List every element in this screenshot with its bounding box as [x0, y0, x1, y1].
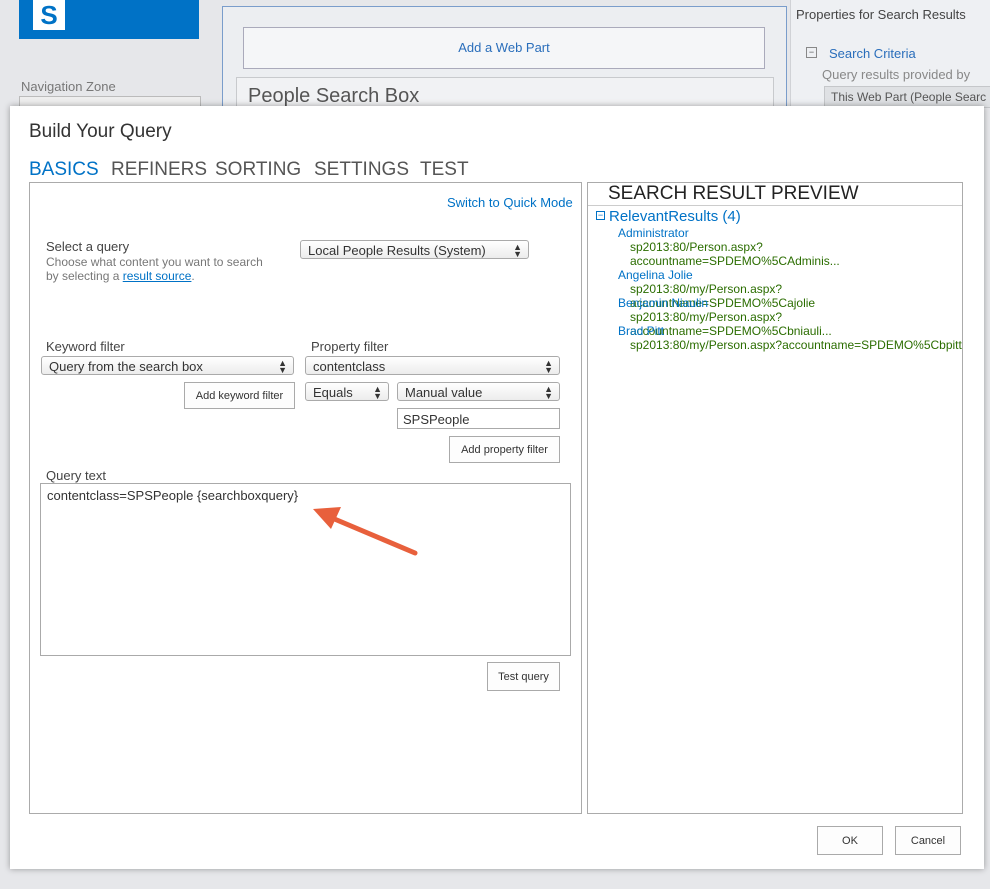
property-filter-dropdown[interactable]: contentclass ▲ ▼ [305, 356, 560, 375]
hint-prefix: by selecting a [46, 269, 123, 283]
select-query-label: Select a query [46, 239, 130, 254]
test-query-button[interactable]: Test query [487, 662, 560, 691]
people-search-box-title: People Search Box [248, 85, 420, 107]
collapse-icon[interactable]: − [806, 47, 817, 58]
chevron-down-icon: ▼ [544, 365, 553, 375]
tab-test[interactable]: TEST [420, 159, 469, 181]
annotation-arrow-icon [313, 507, 418, 556]
add-web-part-button[interactable]: Add a Web Part [243, 27, 765, 69]
tab-refiners[interactable]: REFINERS [111, 159, 207, 181]
build-your-query-dialog: Build Your Query BASICS REFINERS SORTING… [10, 106, 984, 869]
keyword-filter-value: Query from the search box [49, 359, 203, 374]
select-query-hint-line1: Choose what content you want to search [46, 255, 263, 269]
query-builder-panel: Switch to Quick Mode Select a query Choo… [29, 182, 582, 814]
result-source-link[interactable]: result source [123, 269, 192, 283]
tab-sorting[interactable]: SORTING [215, 159, 301, 181]
preview-divider [588, 205, 962, 206]
keyword-filter-label: Keyword filter [46, 339, 125, 354]
select-query-hint-line2: by selecting a result source. [46, 269, 263, 283]
query-results-label: Query results provided by [822, 67, 971, 82]
result-url: sp2013:80/my/Person.aspx?accountname=SPD… [630, 310, 832, 338]
select-query-hint: Choose what content you want to search b… [46, 255, 263, 283]
add-property-filter-button[interactable]: Add property filter [449, 436, 560, 463]
sharepoint-s-icon: S [33, 0, 65, 30]
properties-title: Properties for Search Results [796, 7, 966, 22]
select-query-value: Local People Results (System) [308, 243, 486, 258]
select-query-dropdown[interactable]: Local People Results (System) ▲ ▼ [300, 240, 529, 259]
search-result-preview-panel: SEARCH RESULT PREVIEW − RelevantResults … [587, 182, 963, 814]
property-value-input[interactable]: SPSPeople [397, 408, 560, 429]
value-source-value: Manual value [405, 385, 483, 400]
sharepoint-logo: S [19, 0, 199, 39]
result-name[interactable]: Brad Pitt [618, 324, 664, 338]
operator-dropdown[interactable]: Equals ▲ ▼ [305, 382, 389, 401]
keyword-filter-dropdown[interactable]: Query from the search box ▲ ▼ [41, 356, 294, 375]
result-name[interactable]: Benjamin Niaulin [618, 296, 708, 310]
result-url: sp2013:80/Person.aspx? [630, 240, 763, 254]
query-results-select[interactable]: This Web Part (People Searc [824, 86, 990, 108]
ok-button[interactable]: OK [817, 826, 883, 855]
dialog-title: Build Your Query [29, 121, 172, 142]
result-url: sp2013:80/my/Person.aspx?accountname=SPD… [630, 338, 962, 352]
cancel-button[interactable]: Cancel [895, 826, 961, 855]
hint-suffix: . [191, 269, 195, 283]
chevron-down-icon: ▼ [544, 391, 553, 401]
add-keyword-filter-button[interactable]: Add keyword filter [184, 382, 295, 409]
tab-basics[interactable]: BASICS [29, 159, 99, 181]
search-criteria-link[interactable]: Search Criteria [829, 46, 916, 61]
navigation-zone-label: Navigation Zone [21, 79, 116, 94]
switch-quick-mode-link[interactable]: Switch to Quick Mode [447, 195, 573, 210]
result-name[interactable]: Angelina Jolie [618, 268, 693, 282]
property-filter-value: contentclass [313, 359, 386, 374]
result-name[interactable]: Administrator [618, 226, 689, 240]
property-filter-label: Property filter [311, 339, 389, 354]
relevant-results-group[interactable]: RelevantResults (4) [609, 208, 741, 225]
result-url: accountname=SPDEMO%5CAdminis... [630, 254, 840, 268]
operator-value: Equals [313, 385, 353, 400]
chevron-down-icon: ▼ [373, 391, 382, 401]
chevron-down-icon: ▼ [278, 365, 287, 375]
query-text-label: Query text [46, 468, 106, 483]
tab-settings[interactable]: SETTINGS [314, 159, 409, 181]
value-source-dropdown[interactable]: Manual value ▲ ▼ [397, 382, 560, 401]
chevron-down-icon: ▼ [513, 249, 522, 259]
preview-title: SEARCH RESULT PREVIEW [608, 183, 859, 204]
collapse-icon[interactable]: − [596, 211, 605, 220]
